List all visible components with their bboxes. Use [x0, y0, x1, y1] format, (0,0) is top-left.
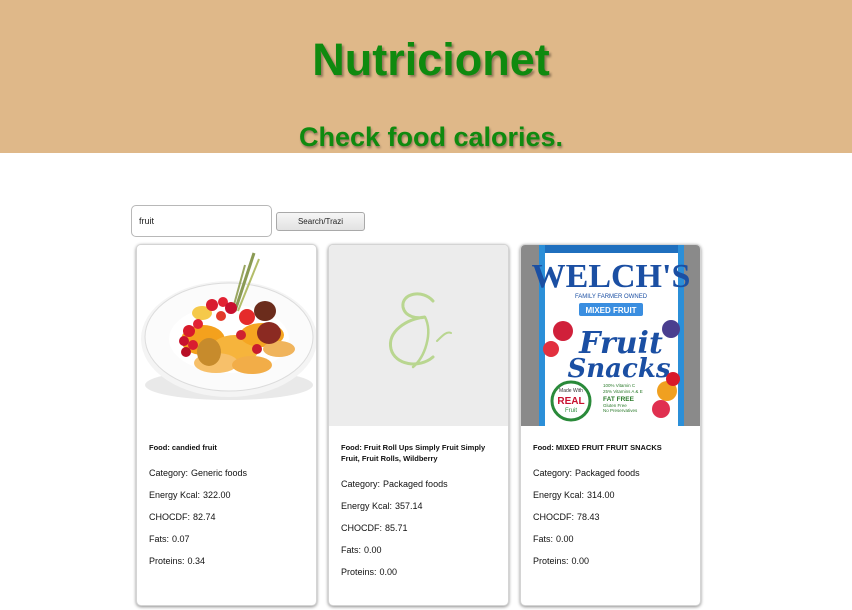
food-card: Food: Fruit Roll Ups Simply Fruit Simply…	[328, 244, 509, 606]
svg-text:REAL: REAL	[557, 396, 584, 407]
svg-text:25% Vitamins A & E: 25% Vitamins A & E	[603, 389, 643, 394]
food-details: Food: Fruit Roll Ups Simply Fruit Simply…	[341, 442, 499, 583]
food-name: Food: MIXED FRUIT FRUIT SNACKS	[533, 443, 662, 452]
svg-text:100% Vitamin C: 100% Vitamin C	[603, 383, 636, 388]
food-category: Category: Packaged foods	[533, 468, 640, 478]
food-fats: Fats: 0.00	[533, 534, 574, 544]
site-title: Nutricionet	[312, 34, 550, 85]
svg-text:Fruit: Fruit	[565, 408, 577, 414]
svg-text:No Preservatives: No Preservatives	[603, 408, 638, 413]
food-energy: Energy Kcal: 322.00	[149, 490, 231, 500]
food-details: Food: MIXED FRUIT FRUIT SNACKS Category:…	[533, 442, 691, 572]
svg-text:Snacks: Snacks	[567, 354, 670, 384]
site-subtitle: Check food calories.	[298, 122, 564, 152]
food-chocdf: CHOCDF: 85.71	[341, 523, 408, 533]
svg-text:FAT FREE: FAT FREE	[603, 396, 635, 403]
search-input[interactable]	[131, 205, 272, 237]
food-energy: Energy Kcal: 314.00	[533, 490, 615, 500]
food-name: Food: candied fruit	[149, 443, 217, 452]
food-category: Category: Generic foods	[149, 468, 248, 478]
food-fats: Fats: 0.07	[149, 534, 190, 544]
svg-text:Made With: Made With	[559, 388, 583, 394]
svg-text:WELCH'S: WELCH'S	[532, 258, 691, 295]
food-category: Category: Packaged foods	[341, 479, 448, 489]
food-proteins: Proteins: 0.00	[533, 556, 590, 566]
food-proteins: Proteins: 0.00	[341, 567, 398, 577]
svg-text:FAMILY FARMER OWNED: FAMILY FARMER OWNED	[575, 294, 648, 300]
food-name: Food: Fruit Roll Ups Simply Fruit Simply…	[341, 443, 486, 463]
food-card: WELCH'S FAMILY FARMER OWNED MIXED FRUIT …	[520, 244, 701, 606]
svg-text:MIXED FRUIT: MIXED FRUIT	[585, 306, 636, 315]
food-details: Food: candied fruit Category: Generic foo…	[149, 442, 307, 572]
food-chocdf: CHOCDF: 82.74	[149, 512, 216, 522]
candied-fruit-image	[137, 245, 316, 426]
placeholder-logo-image	[329, 245, 508, 426]
welchs-package-image: WELCH'S FAMILY FARMER OWNED MIXED FRUIT …	[521, 245, 700, 426]
food-fats: Fats: 0.00	[341, 545, 382, 555]
header-banner: Nutricionet Check food calories.	[0, 0, 852, 153]
search-button[interactable]: Search/Trazi	[276, 212, 365, 231]
food-card: Food: candied fruit Category: Generic foo…	[136, 244, 317, 606]
food-chocdf: CHOCDF: 78.43	[533, 512, 600, 522]
food-proteins: Proteins: 0.34	[149, 556, 206, 566]
food-energy: Energy Kcal: 357.14	[341, 501, 423, 511]
